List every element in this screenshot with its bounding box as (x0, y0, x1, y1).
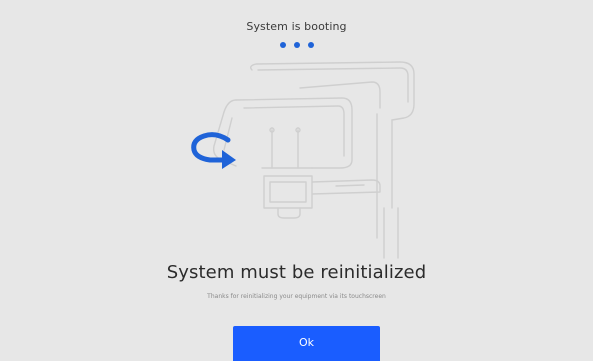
reinitialize-screen: System is booting System must be reiniti… (0, 0, 593, 361)
reinitialize-title: System must be reinitialized (166, 262, 427, 283)
ok-button[interactable]: Ok (233, 326, 380, 361)
reinitialize-subtitle: Thanks for reinitializing your equipment… (207, 293, 386, 300)
device-outline (212, 61, 415, 259)
device-illustration (191, 61, 415, 259)
rotate-arrow-icon (191, 132, 236, 169)
